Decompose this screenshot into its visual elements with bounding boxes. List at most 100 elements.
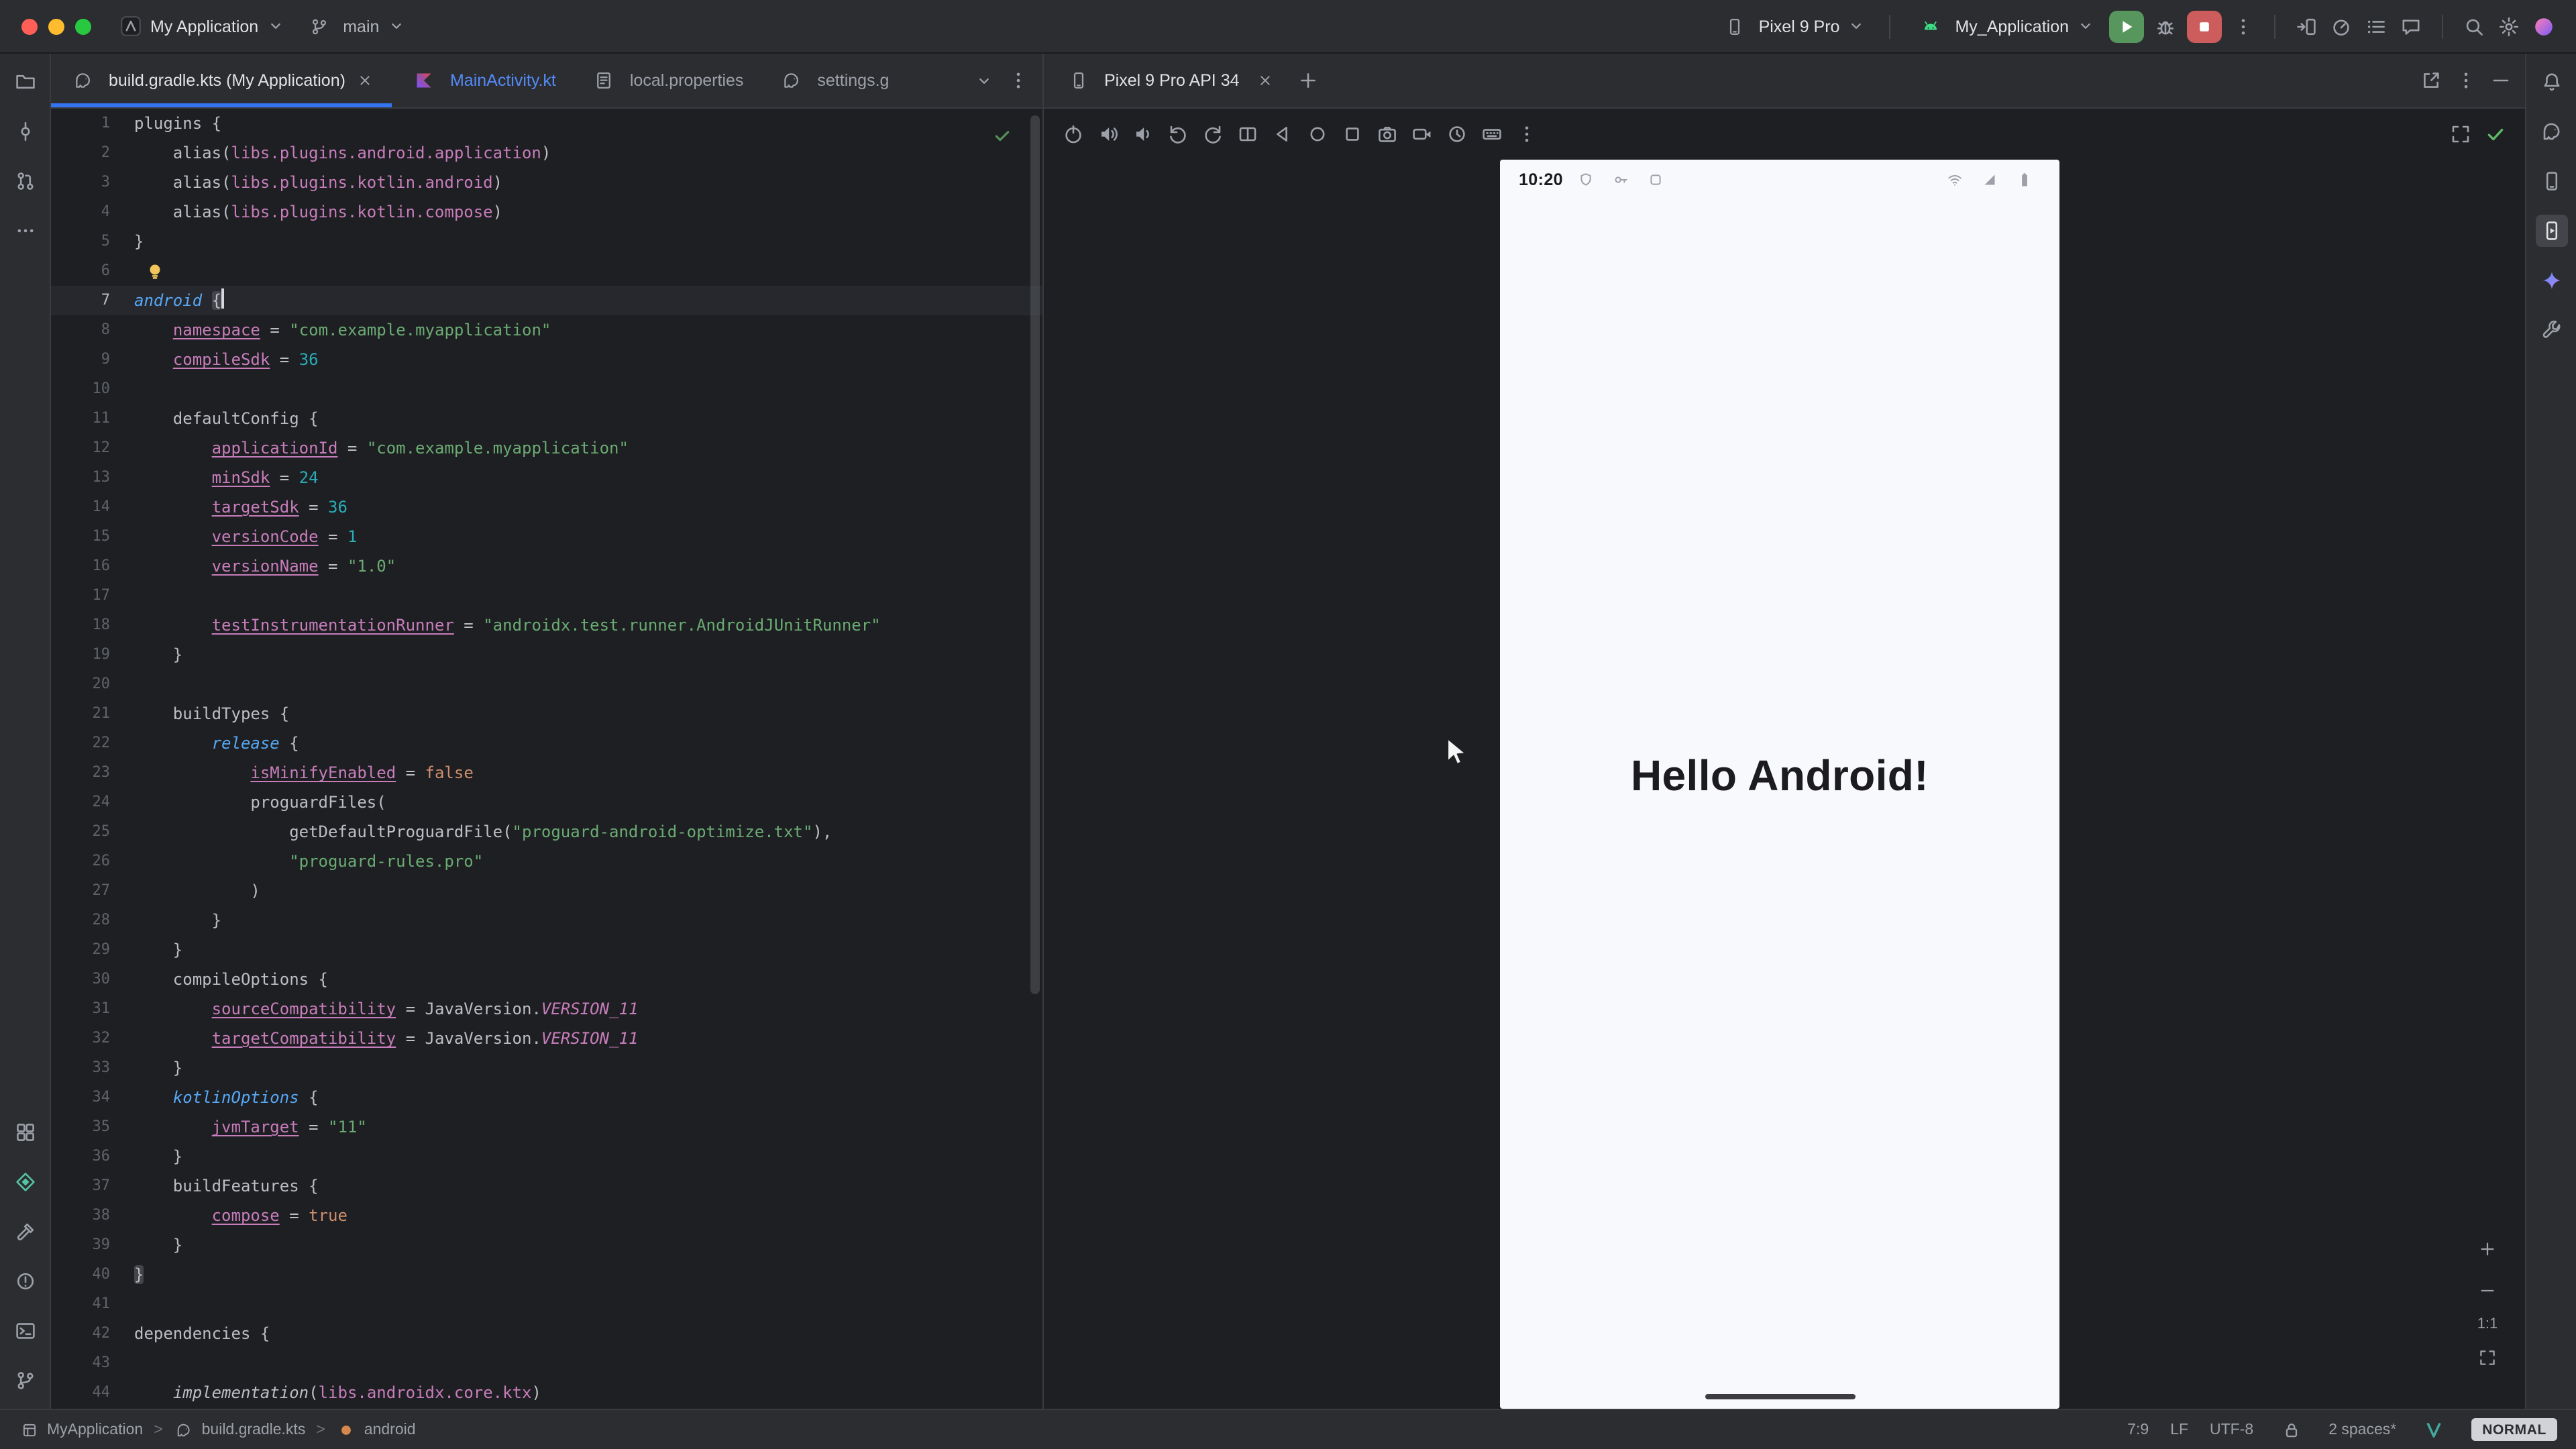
project-selector[interactable]: My Application	[110, 9, 293, 43]
code-line[interactable]: 7android {	[51, 286, 1042, 315]
signal-icon[interactable]	[1974, 164, 2006, 196]
editor-tab[interactable]: local.properties	[572, 54, 760, 107]
fit-screen-icon[interactable]	[2445, 118, 2477, 150]
commit-icon[interactable]	[9, 115, 41, 148]
code-line[interactable]: 17	[51, 581, 1042, 610]
zoom-level[interactable]: 1:1	[2477, 1316, 2498, 1332]
breadcrumb-item[interactable]: MyApplication	[47, 1421, 143, 1438]
code-line[interactable]: 33 }	[51, 1053, 1042, 1083]
power-icon[interactable]	[1057, 118, 1089, 150]
code-line[interactable]: 41	[51, 1289, 1042, 1319]
code-line[interactable]: 4 alias(libs.plugins.kotlin.compose)	[51, 197, 1042, 227]
key-icon[interactable]	[1605, 164, 1637, 196]
code-line[interactable]: 43	[51, 1348, 1042, 1378]
code-line[interactable]: 32 targetCompatibility = JavaVersion.VER…	[51, 1024, 1042, 1053]
code-line[interactable]: 42dependencies {	[51, 1319, 1042, 1348]
code-line[interactable]: 21 buildTypes {	[51, 699, 1042, 729]
appdot-icon[interactable]	[1640, 164, 1672, 196]
build-icon[interactable]	[9, 1216, 41, 1248]
code-line[interactable]: 2 alias(libs.plugins.android.application…	[51, 138, 1042, 168]
close-tab-icon[interactable]	[355, 70, 376, 91]
notifications-icon[interactable]	[2535, 66, 2567, 98]
code-line[interactable]: 13 minSdk = 24	[51, 463, 1042, 492]
ideavim-icon[interactable]	[2418, 1413, 2450, 1446]
fullscreen-window-button[interactable]	[75, 18, 91, 34]
assistant-icon[interactable]	[2535, 314, 2567, 346]
code-editor[interactable]: 1plugins {2 alias(libs.plugins.android.a…	[51, 109, 1044, 1409]
code-line[interactable]: 20	[51, 669, 1042, 699]
code-line[interactable]: 6	[51, 256, 1042, 286]
code-line[interactable]: 3 alias(libs.plugins.kotlin.android)	[51, 168, 1042, 197]
inspections-status-icon[interactable]	[986, 119, 1018, 152]
run-configuration-selector[interactable]: My_Application	[1905, 5, 2104, 48]
code-line[interactable]: 10	[51, 374, 1042, 404]
volume-down-icon[interactable]	[1127, 118, 1159, 150]
settings-icon[interactable]	[2493, 10, 2525, 42]
line-separator-widget[interactable]: LF	[2170, 1421, 2188, 1438]
pull-requests-icon[interactable]	[9, 165, 41, 197]
resource-manager-icon[interactable]	[9, 1116, 41, 1148]
code-line[interactable]: 1plugins {	[51, 109, 1042, 138]
code-line[interactable]: 35 jvmTarget = "11"	[51, 1112, 1042, 1142]
encoding-widget[interactable]: UTF-8	[2210, 1421, 2253, 1438]
profiler-icon[interactable]	[2325, 10, 2357, 42]
code-line[interactable]: 40}	[51, 1260, 1042, 1289]
terminal-icon[interactable]	[9, 1315, 41, 1347]
wifi-icon[interactable]	[1939, 164, 1971, 196]
readonly-lock-icon[interactable]	[2275, 1413, 2307, 1446]
code-line[interactable]: 38 compose = true	[51, 1201, 1042, 1230]
more-tool-windows-icon[interactable]	[9, 215, 41, 247]
problems-icon[interactable]	[9, 1265, 41, 1297]
code-line[interactable]: 11 defaultConfig {	[51, 404, 1042, 433]
gemini-icon[interactable]	[2535, 264, 2567, 297]
code-line[interactable]: 28 }	[51, 906, 1042, 935]
close-window-button[interactable]	[21, 18, 38, 34]
code-line[interactable]: 14 targetSdk = 36	[51, 492, 1042, 522]
overview-icon[interactable]	[1336, 118, 1368, 150]
minimize-window-button[interactable]	[48, 18, 64, 34]
snapshots-icon[interactable]	[1441, 118, 1473, 150]
code-line[interactable]: 29 }	[51, 935, 1042, 965]
intention-bulb-icon[interactable]	[145, 261, 166, 282]
code-line[interactable]: 16 versionName = "1.0"	[51, 551, 1042, 581]
battery-icon[interactable]	[2008, 164, 2041, 196]
code-line[interactable]: 37 buildFeatures {	[51, 1171, 1042, 1201]
rotate-left-icon[interactable]	[1162, 118, 1194, 150]
home-icon[interactable]	[1301, 118, 1334, 150]
more-vert-icon[interactable]	[1002, 64, 1034, 97]
code-line[interactable]: 19 }	[51, 640, 1042, 669]
code-line[interactable]: 24 proguardFiles(	[51, 788, 1042, 817]
add-device-tab-icon[interactable]	[1292, 64, 1324, 97]
caret-position-widget[interactable]: 7:9	[2127, 1421, 2149, 1438]
editor-tab[interactable]: build.gradle.kts (My Application)	[51, 54, 392, 107]
search-icon[interactable]	[2458, 10, 2490, 42]
live-edit-check-icon[interactable]	[2479, 118, 2512, 150]
device-selector[interactable]: Pixel 9 Pro	[1709, 5, 1875, 48]
code-line[interactable]: 23 isMinifyEnabled = false	[51, 758, 1042, 788]
rotate-right-icon[interactable]	[1197, 118, 1229, 150]
zoom-to-fit-icon[interactable]	[2471, 1342, 2504, 1374]
project-folder-icon[interactable]	[9, 66, 41, 98]
device-mirroring-icon[interactable]	[2290, 10, 2322, 42]
editor-scrollbar[interactable]	[1030, 115, 1040, 994]
code-line[interactable]: 34 kotlinOptions {	[51, 1083, 1042, 1112]
code-line[interactable]: 31 sourceCompatibility = JavaVersion.VER…	[51, 994, 1042, 1024]
fold-icon[interactable]	[1232, 118, 1264, 150]
ai-chat-icon[interactable]	[2395, 10, 2427, 42]
zoom-out-icon[interactable]	[2471, 1275, 2504, 1307]
code-line[interactable]: 30 compileOptions {	[51, 965, 1042, 994]
more-vert-icon[interactable]	[1511, 118, 1543, 150]
app-quality-insights-icon[interactable]	[9, 1166, 41, 1198]
debug-button[interactable]	[2149, 10, 2182, 42]
vcs-branch-widget[interactable]: main	[293, 5, 414, 48]
more-run-actions-icon[interactable]	[2227, 10, 2259, 42]
code-line[interactable]: 27 )	[51, 876, 1042, 906]
hardware-input-icon[interactable]	[1476, 118, 1508, 150]
code-line[interactable]: 22 release {	[51, 729, 1042, 758]
code-line[interactable]: 36 }	[51, 1142, 1042, 1171]
code-line[interactable]: 5}	[51, 227, 1042, 256]
chevron-down-icon[interactable]	[967, 64, 1000, 97]
code-line[interactable]: 9 compileSdk = 36	[51, 345, 1042, 374]
code-line[interactable]: 39 }	[51, 1230, 1042, 1260]
breadcrumb-item[interactable]: android	[364, 1421, 416, 1438]
